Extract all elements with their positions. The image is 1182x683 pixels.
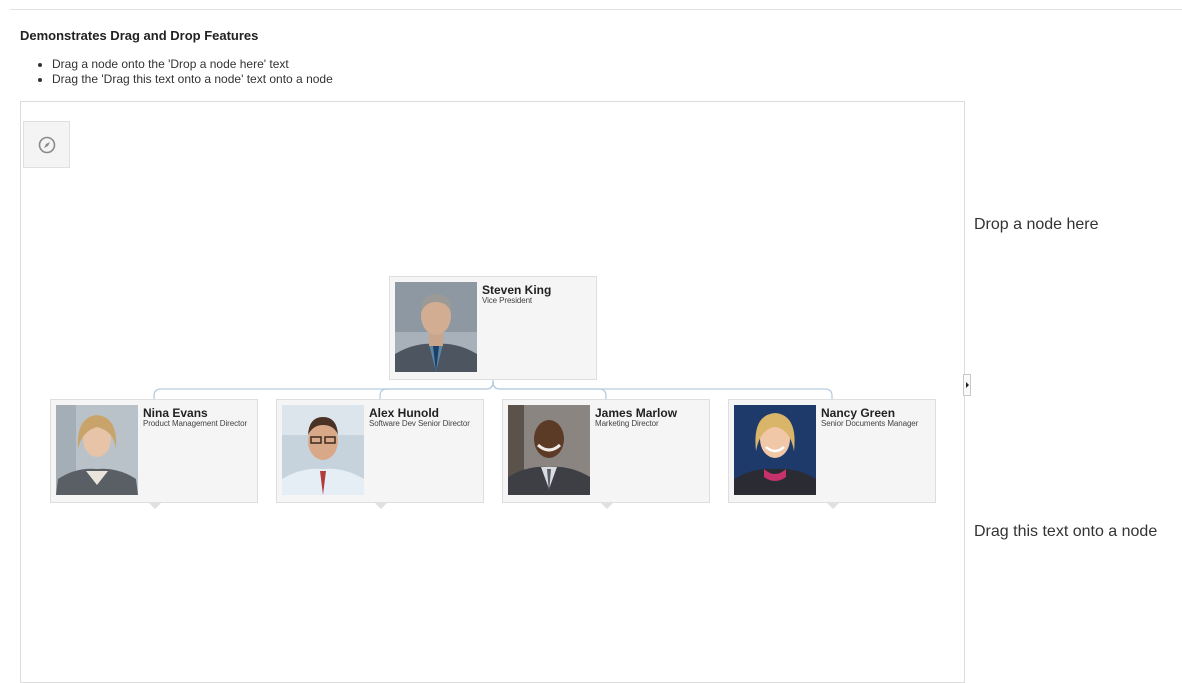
node-pointer [148,502,162,509]
avatar [56,405,138,495]
org-chart-diagram[interactable]: Steven King Vice President Nina Evans Pr… [20,101,965,683]
instructions-list: Drag a node onto the 'Drop a node here' … [36,57,333,87]
node-name: Nancy Green [821,406,896,420]
node-alex-hunold[interactable]: Alex Hunold Software Dev Senior Director [276,399,484,509]
node-james-marlow[interactable]: James Marlow Marketing Director [502,399,710,509]
page-title: Demonstrates Drag and Drop Features [20,28,259,43]
node-name: Alex Hunold [369,406,440,420]
node-pointer [826,502,840,509]
panel-splitter[interactable] [963,374,971,396]
node-nina-evans[interactable]: Nina Evans Product Management Director [50,399,258,509]
node-title: Product Management Director [143,419,248,428]
node-steven-king[interactable]: Steven King Vice President [389,276,597,380]
caret-right-icon [966,382,969,388]
node-title: Software Dev Senior Director [369,419,470,428]
instruction-item: Drag the 'Drag this text onto a node' te… [52,72,333,87]
top-divider [10,9,1182,10]
node-pointer [374,502,388,509]
instruction-item: Drag a node onto the 'Drop a node here' … [52,57,333,72]
avatar [734,405,816,495]
drag-source-text[interactable]: Drag this text onto a node [974,523,1157,541]
avatar [282,405,364,495]
node-title: Marketing Director [595,419,659,428]
connector-lines [153,377,833,399]
node-name: Nina Evans [143,406,208,420]
avatar [395,282,477,372]
node-name: Steven King [482,283,552,297]
node-pointer [600,502,614,509]
node-nancy-green[interactable]: Nancy Green Senior Documents Manager [728,399,936,509]
node-name: James Marlow [595,406,678,420]
node-title: Senior Documents Manager [821,419,919,428]
node-title: Vice President [482,296,533,305]
drop-target-text[interactable]: Drop a node here [974,216,1099,234]
avatar [508,405,590,495]
